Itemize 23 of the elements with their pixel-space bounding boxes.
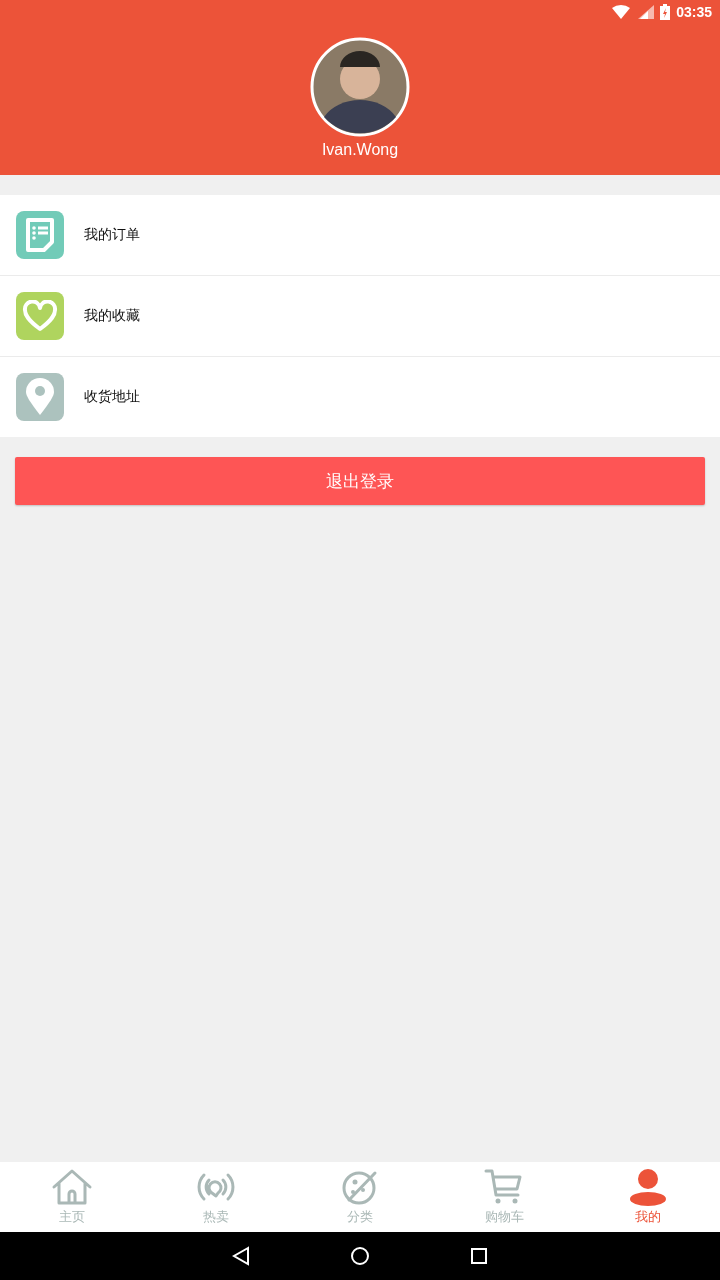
menu-item[interactable]: 我的收藏 — [0, 275, 720, 356]
nav-tab[interactable]: 购物车 — [432, 1162, 576, 1232]
nav-tab[interactable]: 主页 — [0, 1162, 144, 1232]
logout-button[interactable]: 退出登录 — [15, 457, 705, 505]
menu-label: 我的订单 — [84, 226, 140, 244]
nav-tab[interactable]: 分类 — [288, 1162, 432, 1232]
avatar[interactable] — [310, 37, 410, 137]
home-icon — [51, 1168, 93, 1206]
home-circle-icon[interactable] — [350, 1246, 370, 1266]
nav-tab[interactable]: 热卖 — [144, 1162, 288, 1232]
battery-icon — [660, 4, 671, 20]
back-icon[interactable] — [232, 1246, 250, 1266]
recents-icon[interactable] — [470, 1247, 488, 1265]
menu-label: 我的收藏 — [84, 307, 140, 325]
signal-icon — [638, 5, 655, 19]
wifi-icon — [612, 5, 633, 19]
menu-item[interactable]: 收货地址 — [0, 356, 720, 437]
username: Ivan.Wong — [321, 141, 399, 159]
menu-item[interactable]: 我的订单 — [0, 195, 720, 275]
nav-tab[interactable]: 我的 — [576, 1162, 720, 1232]
person-icon — [627, 1168, 669, 1206]
menu-label: 收货地址 — [84, 388, 140, 406]
status-time: 03:35 — [676, 4, 712, 20]
